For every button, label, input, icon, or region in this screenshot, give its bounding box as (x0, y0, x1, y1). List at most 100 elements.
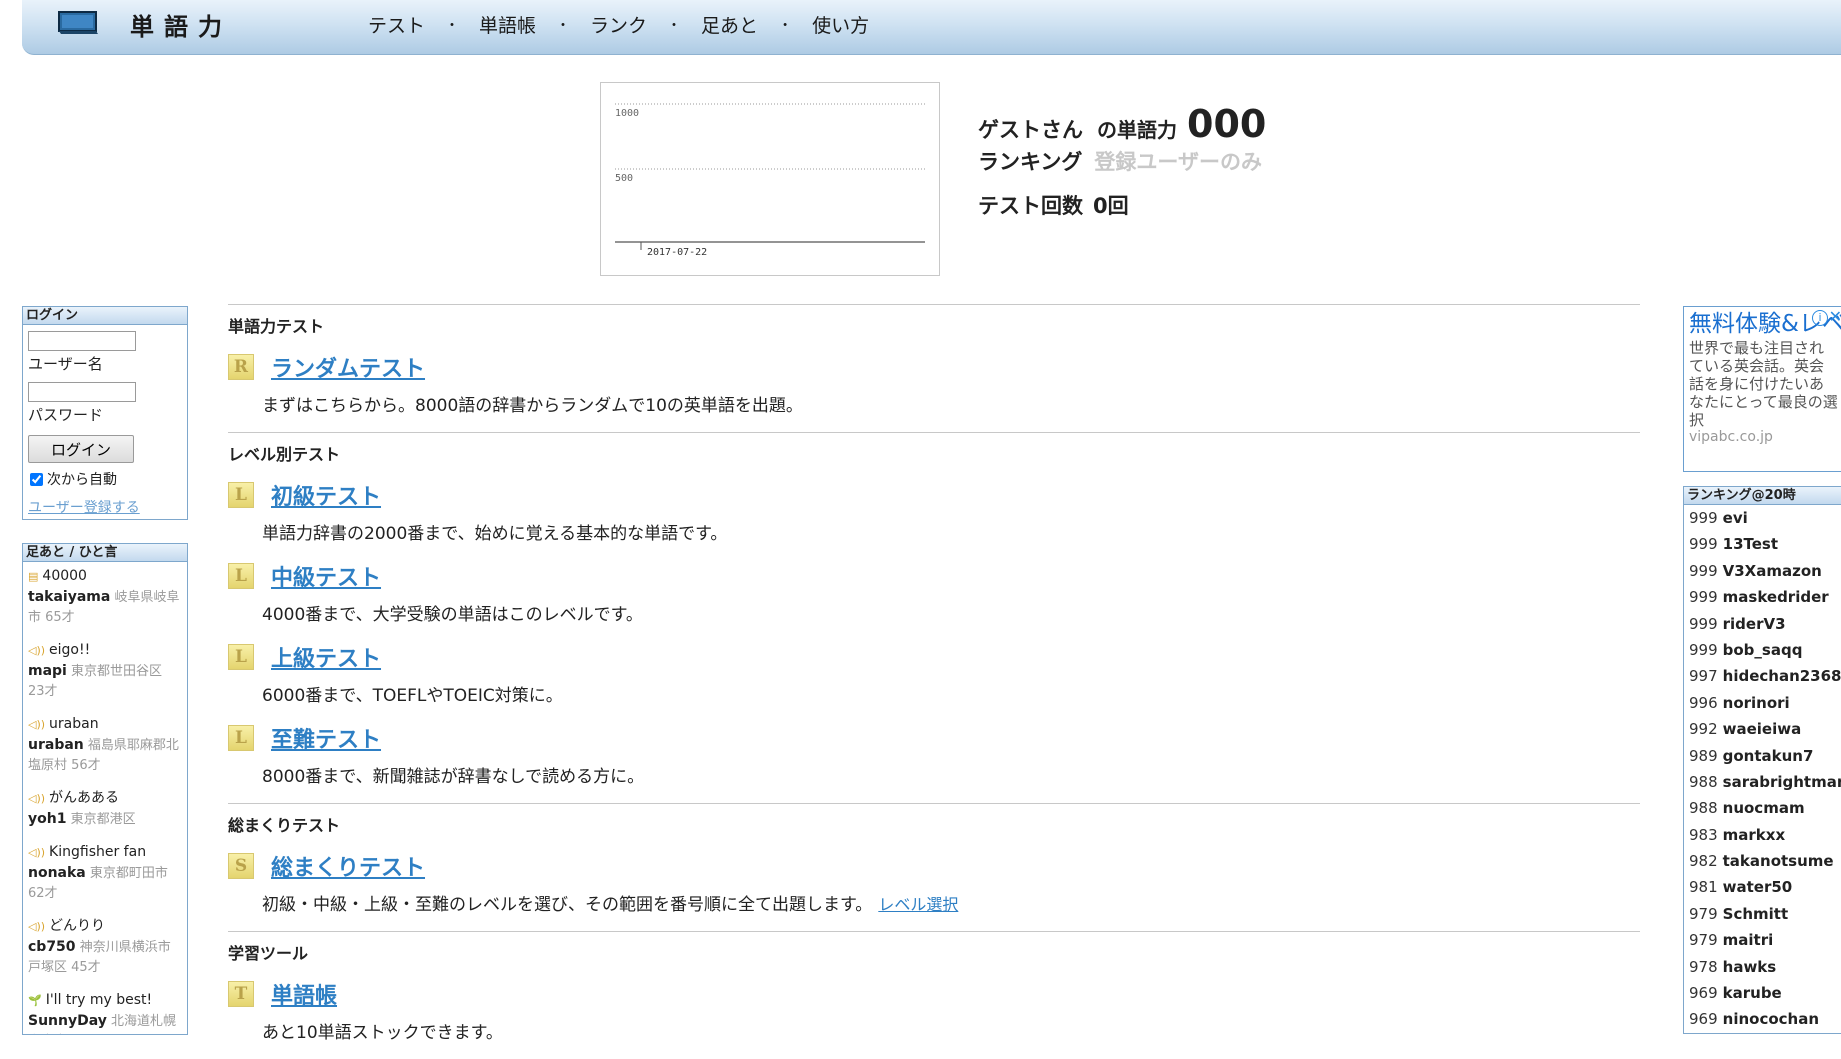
test-entry: L 初級テスト 単語力辞書の2000番まで、始めに覚える基本的な単語です。 (228, 479, 1640, 544)
ranking-row[interactable]: 999 13Test (1684, 531, 1841, 557)
feed-username[interactable]: SunnyDay (28, 1013, 107, 1029)
test-link[interactable]: 上級テスト (271, 641, 381, 673)
ranking-username[interactable]: takanotsume (1723, 852, 1834, 870)
ranking-row[interactable]: 999 V3Xamazon (1684, 558, 1841, 584)
ranking-row[interactable]: 981 water50 (1684, 874, 1841, 900)
username-input[interactable] (28, 331, 136, 351)
ranking-row[interactable]: 997 hidechan2368 (1684, 663, 1841, 689)
feed-username[interactable]: nonaka (28, 865, 86, 881)
ranking-row[interactable]: 969 karube (1684, 980, 1841, 1006)
footprints-list: ▤ 40000 takaiyama 岐阜県岐阜市 65才 ◁)) eigo!! mapi … (23, 562, 187, 1034)
ranking-username[interactable]: V3Xamazon (1723, 562, 1822, 580)
feed-message-line: ▤ 40000 (28, 566, 182, 587)
logo-text[interactable]: 単語力 (130, 7, 232, 42)
ranking-row[interactable]: 982 takanotsume (1684, 848, 1841, 874)
ranking-username[interactable]: water50 (1723, 878, 1793, 896)
feed-message-line: ◁)) eigo!! (28, 640, 182, 661)
tests-label: テスト回数 (978, 194, 1083, 218)
user-stats: ゲストさん の単語力 000 ランキング 登録ユーザーのみ テスト回数 0回 (978, 102, 1266, 234)
nav-wordbook[interactable]: 単語帳 (479, 11, 536, 38)
password-input[interactable] (28, 382, 136, 402)
ranking-username[interactable]: Schmitt (1723, 905, 1789, 923)
feed-username[interactable]: cb750 (28, 939, 76, 955)
ranking-row[interactable]: 999 bob_saqq (1684, 637, 1841, 663)
feed-username[interactable]: uraban (28, 737, 84, 753)
ranking-score: 983 (1689, 825, 1718, 844)
ranking-row[interactable]: 978 hawks (1684, 954, 1841, 980)
ad-banner[interactable]: i ✕ 無料体験&レベルチェック 世界で最も注目されている英会話。英会話を身に付… (1683, 306, 1841, 472)
nav-usage[interactable]: 使い方 (812, 11, 869, 38)
ranking-row[interactable]: 999 evi (1684, 505, 1841, 531)
logo-book-icon[interactable] (56, 9, 100, 35)
ranking-username[interactable]: riderV3 (1723, 615, 1786, 633)
feed-username[interactable]: takaiyama (28, 589, 110, 605)
ranking-score: 988 (1689, 799, 1718, 818)
nav-test[interactable]: テスト (368, 11, 425, 38)
ranking-row[interactable]: 979 maitri (1684, 927, 1841, 953)
ranking-row[interactable]: 969 ninocochan (1684, 1006, 1841, 1032)
ranking-username[interactable]: markxx (1723, 826, 1785, 844)
test-description-text: あと10単語ストックできます。 (262, 1023, 503, 1043)
ranking-username[interactable]: karube (1723, 984, 1782, 1002)
ranking-username[interactable]: hidechan2368 (1723, 667, 1841, 685)
test-description: 単語力辞書の2000番まで、始めに覚える基本的な単語です。 (262, 519, 1640, 544)
ranking-row[interactable]: 989 gontakun7 (1684, 743, 1841, 769)
login-box: ログイン ユーザー名 パスワード ログイン 次から自動 ユーザー登録する (22, 306, 188, 520)
ranking-username[interactable]: maitri (1723, 931, 1774, 949)
nav-footprints[interactable]: 足あと (701, 11, 758, 38)
ranking-score: 978 (1689, 957, 1718, 976)
progress-graph-svg: 1000 500 2017-07-22 (615, 103, 925, 258)
test-description-text: 6000番まで、TOEFLやTOEIC対策に。 (262, 686, 563, 706)
ranking-row[interactable]: 979 Schmitt (1684, 901, 1841, 927)
ranking-username[interactable]: bob_saqq (1723, 641, 1803, 659)
ranking-username[interactable]: waeieiwa (1723, 720, 1802, 738)
ranking-username[interactable]: hawks (1723, 958, 1777, 976)
nav-separator: ・ (778, 17, 793, 34)
login-button[interactable]: ログイン (28, 435, 134, 463)
ad-url[interactable]: vipabc.co.jp (1684, 429, 1841, 445)
ranking-label: ランキング (978, 150, 1083, 174)
feed-username[interactable]: yoh1 (28, 811, 66, 827)
ranking-row[interactable]: 983 markxx (1684, 822, 1841, 848)
test-link[interactable]: 単語帳 (271, 978, 337, 1010)
ranking-row[interactable]: 996 norinori (1684, 690, 1841, 716)
ranking-username[interactable]: sarabrightman (1723, 773, 1841, 791)
ad-close-icon[interactable]: ✕ (1829, 307, 1841, 326)
register-link[interactable]: ユーザー登録する (28, 497, 182, 517)
level-select-link[interactable]: レベル選択 (878, 895, 958, 914)
feed-status-icon: ◁)) (28, 718, 46, 731)
test-link[interactable]: ランダムテスト (271, 351, 425, 383)
test-badge-icon: R (228, 354, 254, 380)
remember-checkbox[interactable] (30, 472, 43, 486)
ranking-row[interactable]: 988 sarabrightman (1684, 769, 1841, 795)
ad-info-icon[interactable]: i (1812, 310, 1828, 326)
nav-rank[interactable]: ランク (590, 11, 647, 38)
feed-item: 🌱I'll try my best!SunnyDay 北海道札幌市中央区 (28, 990, 182, 1034)
ranking-username[interactable]: maskedrider (1723, 588, 1829, 606)
ranking-score: 999 (1689, 561, 1718, 580)
ranking-row[interactable]: 999 riderV3 (1684, 611, 1841, 637)
login-title: ログイン (23, 307, 187, 325)
ranking-username[interactable]: gontakun7 (1723, 747, 1814, 765)
feed-user-line: SunnyDay 北海道札幌市中央区 (28, 1011, 182, 1034)
ranking-row[interactable]: 992 waeieiwa (1684, 716, 1841, 742)
test-entry: T 単語帳 あと10単語ストックできます。 (228, 978, 1640, 1043)
ranking-username[interactable]: ninocochan (1723, 1010, 1819, 1028)
ranking-score: 969 (1689, 984, 1718, 1003)
test-link[interactable]: 中級テスト (271, 560, 381, 592)
test-link[interactable]: 初級テスト (271, 479, 381, 511)
feed-username[interactable]: mapi (28, 663, 67, 679)
test-badge-icon: S (228, 853, 254, 879)
ranking-row[interactable]: 999 maskedrider (1684, 584, 1841, 610)
test-link[interactable]: 至難テスト (271, 722, 381, 754)
feed-message-line: ◁)) がんあある (28, 788, 182, 809)
x-date-label: 2017-07-22 (647, 247, 707, 258)
ranking-username[interactable]: norinori (1723, 694, 1790, 712)
ranking-username[interactable]: evi (1723, 509, 1748, 527)
ranking-username[interactable]: nuocmam (1723, 799, 1805, 817)
ranking-username[interactable]: 13Test (1723, 535, 1778, 553)
feed-message-line: ◁)) uraban (28, 714, 182, 735)
test-link[interactable]: 総まくりテスト (271, 850, 425, 882)
ranking-list: 999 evi 999 13Test 999 V3Xamazon 999 maskedride… (1684, 505, 1841, 1033)
ranking-row[interactable]: 988 nuocmam (1684, 795, 1841, 821)
